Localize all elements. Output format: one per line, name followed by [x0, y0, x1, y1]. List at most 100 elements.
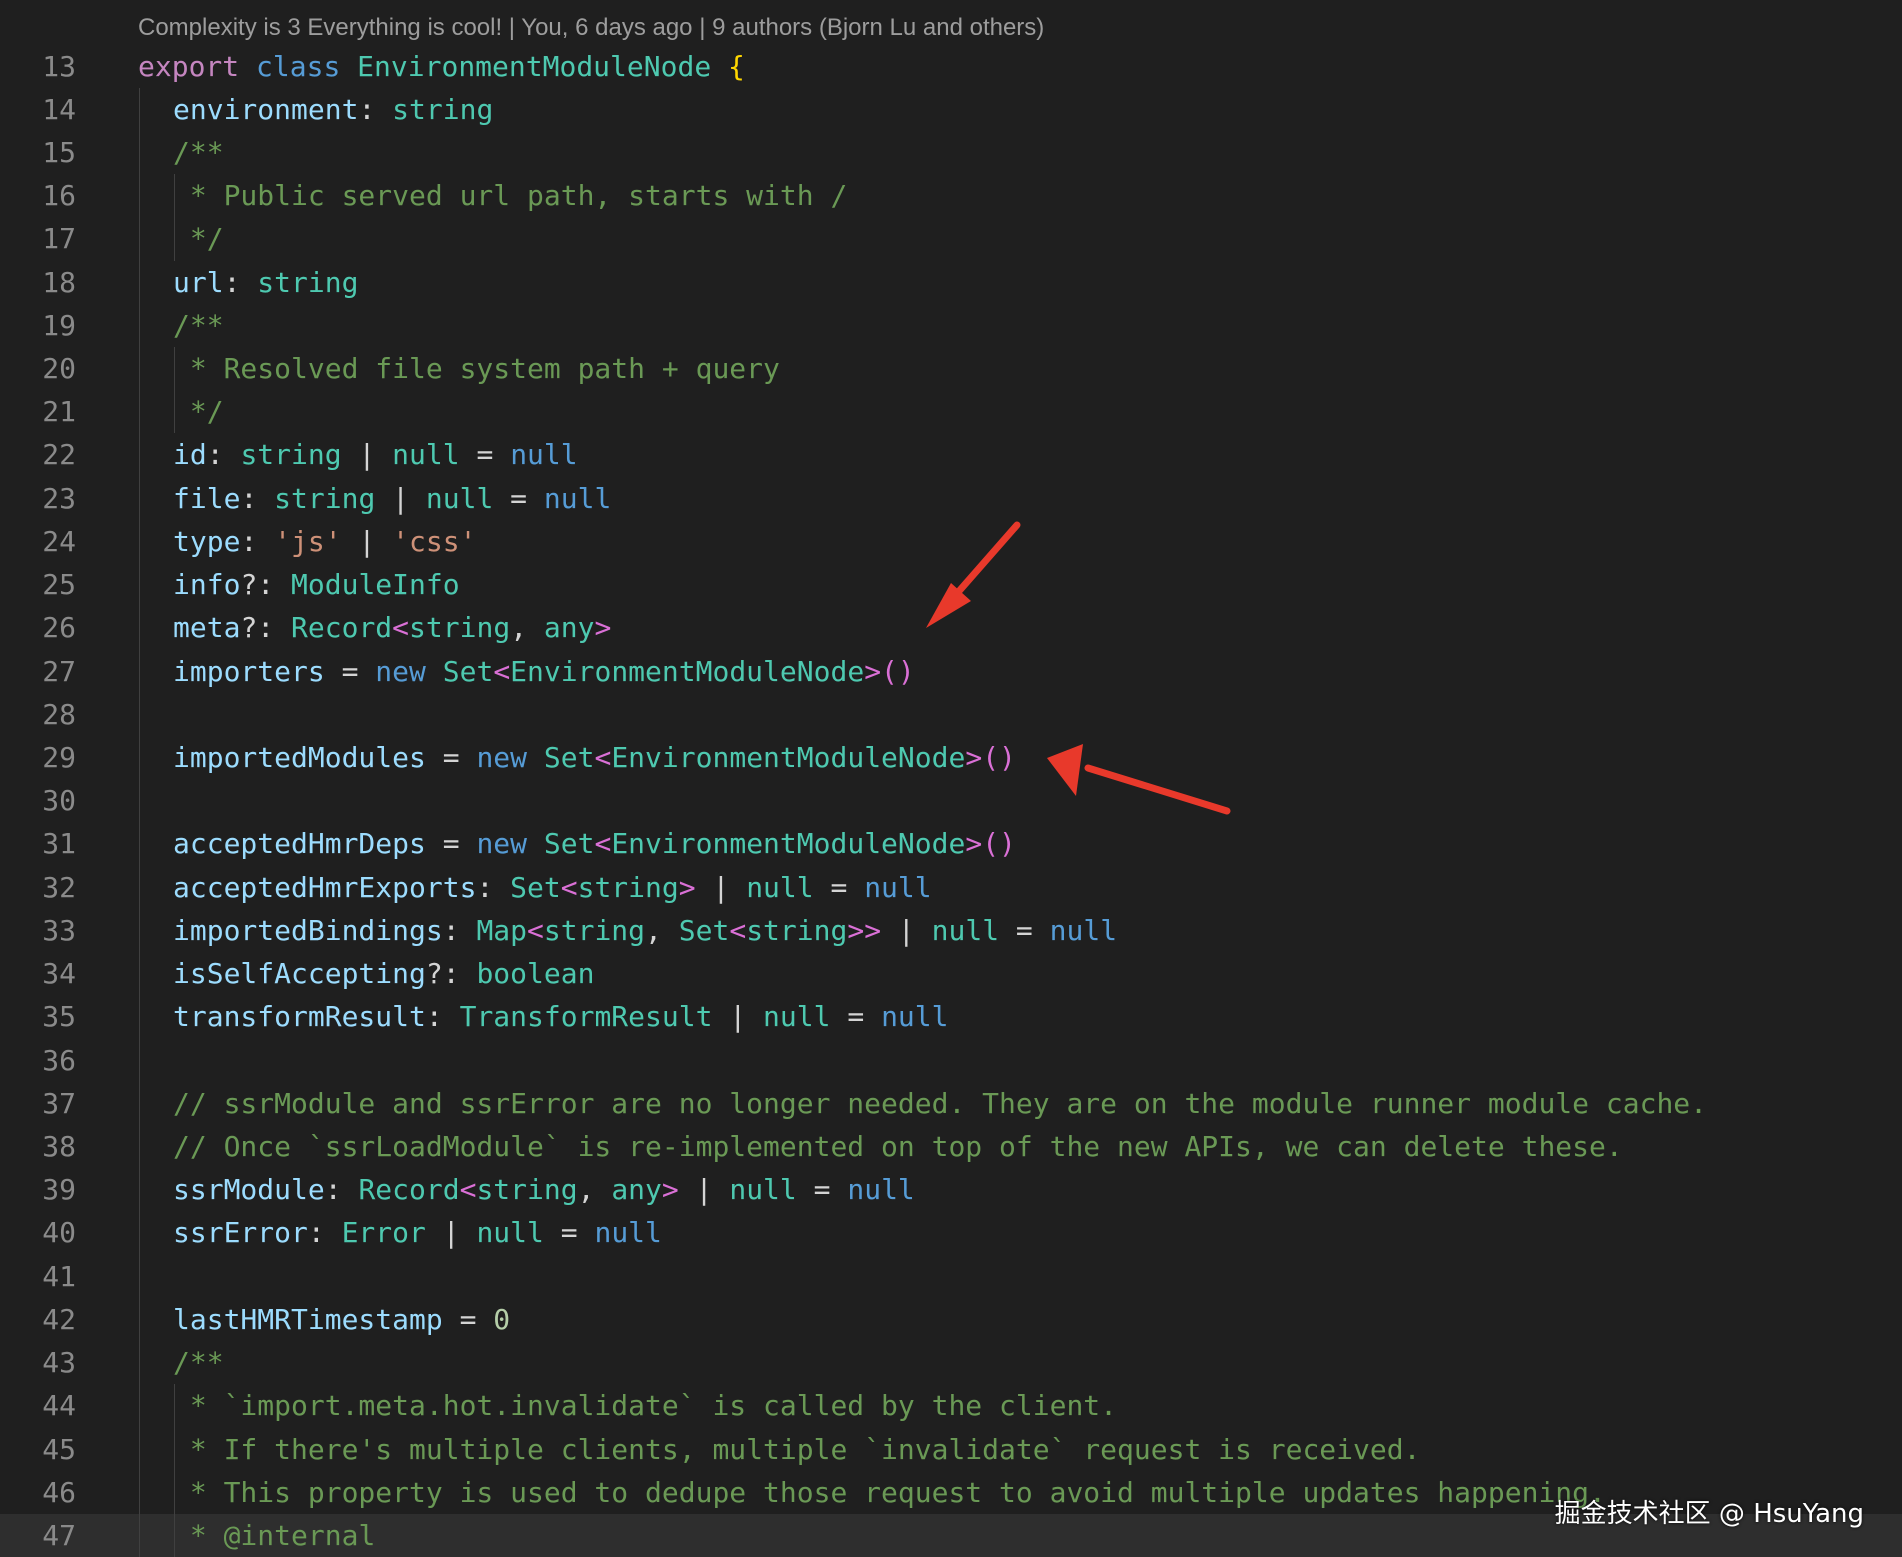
- code-token: <: [493, 655, 510, 688]
- code-token: */: [173, 222, 224, 255]
- code-line[interactable]: 29importedModules = new Set<EnvironmentM…: [0, 736, 1902, 779]
- code-text[interactable]: /**: [138, 1341, 224, 1384]
- code-token: string: [257, 266, 358, 299]
- code-text[interactable]: * This property is used to dedupe those …: [138, 1471, 1606, 1514]
- code-text[interactable]: /**: [138, 131, 224, 174]
- code-line[interactable]: 28: [0, 693, 1902, 736]
- watermark: 掘金技术社区 @ HsuYang: [1555, 1493, 1864, 1530]
- code-text[interactable]: // ssrModule and ssrError are no longer …: [138, 1082, 1707, 1125]
- code-line[interactable]: 18url: string: [0, 261, 1902, 304]
- code-text[interactable]: * Public served url path, starts with /: [138, 174, 847, 217]
- code-line[interactable]: 13export class EnvironmentModuleNode {: [0, 45, 1902, 88]
- code-text[interactable]: info?: ModuleInfo: [138, 563, 460, 606]
- code-line[interactable]: 16 * Public served url path, starts with…: [0, 174, 1902, 217]
- code-line[interactable]: 34isSelfAccepting?: boolean: [0, 952, 1902, 995]
- code-token: :: [207, 438, 241, 471]
- code-text[interactable]: acceptedHmrExports: Set<string> | null =…: [138, 866, 932, 909]
- code-token: ssrModule: [173, 1173, 325, 1206]
- code-token: =: [460, 438, 511, 471]
- code-text[interactable]: * Resolved file system path + query: [138, 347, 780, 390]
- code-line[interactable]: 24type: 'js' | 'css': [0, 520, 1902, 563]
- code-text[interactable]: */: [138, 390, 224, 433]
- code-text[interactable]: id: string | null = null: [138, 433, 578, 476]
- line-number: 23: [0, 477, 76, 520]
- code-text[interactable]: importers = new Set<EnvironmentModuleNod…: [138, 650, 915, 693]
- code-line[interactable]: 35transformResult: TransformResult | nul…: [0, 995, 1902, 1038]
- code-line[interactable]: 26meta?: Record<string, any>: [0, 606, 1902, 649]
- code-text[interactable]: meta?: Record<string, any>: [138, 606, 611, 649]
- code-token: |: [679, 1173, 730, 1206]
- code-line[interactable]: 39ssrModule: Record<string, any> | null …: [0, 1168, 1902, 1211]
- code-line[interactable]: 22id: string | null = null: [0, 433, 1902, 476]
- code-text[interactable]: // Once `ssrLoadModule` is re-implemente…: [138, 1125, 1623, 1168]
- code-editor[interactable]: Complexity is 3 Everything is cool! | Yo…: [0, 0, 1902, 1554]
- code-line[interactable]: 44 * `import.meta.hot.invalidate` is cal…: [0, 1384, 1902, 1427]
- code-line[interactable]: 42lastHMRTimestamp = 0: [0, 1298, 1902, 1341]
- code-token: Set: [679, 914, 730, 947]
- code-token: null: [544, 482, 611, 515]
- code-token: class: [256, 50, 357, 83]
- code-line[interactable]: 19/**: [0, 304, 1902, 347]
- code-token: >(): [965, 741, 1016, 774]
- code-token: // ssrModule and ssrError are no longer …: [173, 1087, 1707, 1120]
- code-token: <: [527, 914, 544, 947]
- line-number: 32: [0, 866, 76, 909]
- code-text[interactable]: importedBindings: Map<string, Set<string…: [138, 909, 1117, 952]
- line-number: 46: [0, 1471, 76, 1514]
- code-token: |: [342, 525, 393, 558]
- code-token: lastHMRTimestamp: [173, 1303, 443, 1336]
- code-line[interactable]: 27 importers = new Set<EnvironmentModuleN…: [0, 650, 1902, 693]
- code-token: acceptedHmrDeps: [173, 827, 426, 860]
- code-text[interactable]: ssrError: Error | null = null: [138, 1211, 662, 1254]
- code-line[interactable]: 20 * Resolved file system path + query: [0, 347, 1902, 390]
- code-token: url: [173, 266, 224, 299]
- code-text[interactable]: * @internal: [138, 1514, 375, 1557]
- code-text[interactable]: /**: [138, 304, 224, 347]
- code-line[interactable]: 15/**: [0, 131, 1902, 174]
- code-token: file: [173, 482, 240, 515]
- code-token: importers: [173, 655, 325, 688]
- code-text[interactable]: type: 'js' | 'css': [138, 520, 476, 563]
- code-token: :: [308, 1216, 342, 1249]
- code-token: EnvironmentModuleNode: [357, 50, 728, 83]
- code-token: =: [830, 1000, 881, 1033]
- code-line[interactable]: 31acceptedHmrDeps = new Set<EnvironmentM…: [0, 822, 1902, 865]
- code-text[interactable]: file: string | null = null: [138, 477, 611, 520]
- code-line[interactable]: 45 * If there's multiple clients, multip…: [0, 1428, 1902, 1471]
- code-line[interactable]: 32 acceptedHmrExports: Set<string> | null…: [0, 866, 1902, 909]
- codelens-annotation[interactable]: Complexity is 3 Everything is cool! | Yo…: [138, 10, 1044, 46]
- code-text[interactable]: */: [138, 217, 224, 260]
- code-text[interactable]: importedModules = new Set<EnvironmentMod…: [138, 736, 1016, 779]
- code-line[interactable]: 14environment: string: [0, 88, 1902, 131]
- code-line[interactable]: 37// ssrModule and ssrError are no longe…: [0, 1082, 1902, 1125]
- code-line[interactable]: 30: [0, 779, 1902, 822]
- line-number: 27: [0, 650, 76, 693]
- code-text[interactable]: isSelfAccepting?: boolean: [138, 952, 594, 995]
- code-line[interactable]: 25info?: ModuleInfo: [0, 563, 1902, 606]
- code-text[interactable]: transformResult: TransformResult | null …: [138, 995, 949, 1038]
- code-text[interactable]: lastHMRTimestamp = 0: [138, 1298, 510, 1341]
- code-token: null: [510, 438, 577, 471]
- code-text[interactable]: environment: string: [138, 88, 493, 131]
- code-line[interactable]: 40ssrError: Error | null = null: [0, 1211, 1902, 1254]
- code-token: null: [881, 1000, 948, 1033]
- line-number: 44: [0, 1384, 76, 1427]
- code-line[interactable]: 41: [0, 1255, 1902, 1298]
- code-line[interactable]: 17 */: [0, 217, 1902, 260]
- code-token: 'css': [392, 525, 476, 558]
- code-text[interactable]: url: string: [138, 261, 358, 304]
- code-line[interactable]: 36: [0, 1039, 1902, 1082]
- code-token: importedBindings: [173, 914, 443, 947]
- code-line[interactable]: 21 */: [0, 390, 1902, 433]
- code-text[interactable]: export class EnvironmentModuleNode {: [138, 45, 745, 88]
- code-text[interactable]: * `import.meta.hot.invalidate` is called…: [138, 1384, 1117, 1427]
- code-line[interactable]: 33importedBindings: Map<string, Set<stri…: [0, 909, 1902, 952]
- code-text[interactable]: * If there's multiple clients, multiple …: [138, 1428, 1420, 1471]
- code-line[interactable]: 38// Once `ssrLoadModule` is re-implemen…: [0, 1125, 1902, 1168]
- code-token: =: [797, 1173, 848, 1206]
- code-token: |: [375, 482, 426, 515]
- code-text[interactable]: acceptedHmrDeps = new Set<EnvironmentMod…: [138, 822, 1016, 865]
- code-line[interactable]: 23 file: string | null = null: [0, 477, 1902, 520]
- code-line[interactable]: 43/**: [0, 1341, 1902, 1384]
- code-text[interactable]: ssrModule: Record<string, any> | null = …: [138, 1168, 915, 1211]
